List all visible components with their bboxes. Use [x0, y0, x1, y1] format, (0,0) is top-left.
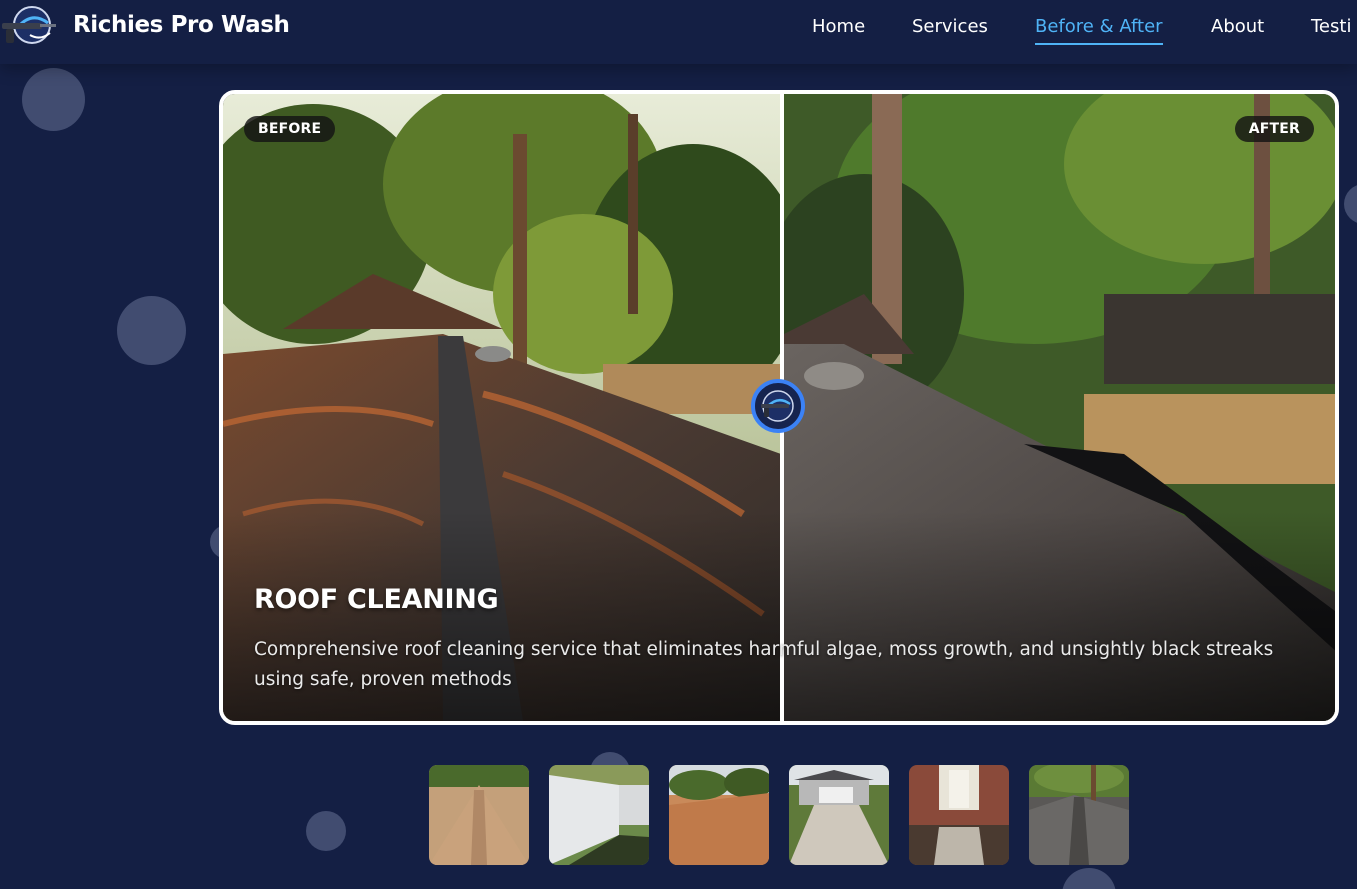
thumbnail-dark-roof[interactable]: [1029, 765, 1129, 865]
thumbnail-roof-clean[interactable]: [429, 765, 529, 865]
decorative-bubble: [22, 68, 85, 131]
slider-handle[interactable]: [751, 379, 805, 433]
thumbnail-white-fence[interactable]: [549, 765, 649, 865]
thumbnail-driveway-house[interactable]: [789, 765, 889, 865]
site-header: Richies Pro Wash Home Services Before & …: [0, 0, 1357, 64]
thumbnail-brick-entry[interactable]: [909, 765, 1009, 865]
decorative-bubble: [1344, 184, 1357, 224]
decorative-bubble: [306, 811, 346, 851]
brand-name[interactable]: Richies Pro Wash: [73, 12, 290, 38]
nav-about[interactable]: About: [1211, 16, 1264, 37]
nav-services[interactable]: Services: [912, 16, 988, 37]
before-after-slider[interactable]: BEFORE AFTER ROOF CLEANING Comprehensive…: [219, 90, 1339, 725]
service-title: ROOF CLEANING: [254, 584, 499, 615]
thumbnail-orange-roof[interactable]: [669, 765, 769, 865]
after-badge: AFTER: [1234, 116, 1314, 142]
nav-before-after[interactable]: Before & After: [1035, 16, 1163, 45]
before-badge: BEFORE: [244, 116, 336, 142]
decorative-bubble: [117, 296, 186, 365]
decorative-bubble: [1062, 868, 1116, 889]
pressure-washer-gun-logo-icon[interactable]: [0, 5, 58, 49]
service-description: Comprehensive roof cleaning service that…: [254, 639, 1274, 690]
page: Richies Pro Wash Home Services Before & …: [0, 0, 1357, 889]
nav-home[interactable]: Home: [812, 16, 865, 37]
nav-testimonials[interactable]: Testi: [1311, 16, 1351, 37]
pressure-washer-gun-logo-icon: [761, 390, 794, 422]
